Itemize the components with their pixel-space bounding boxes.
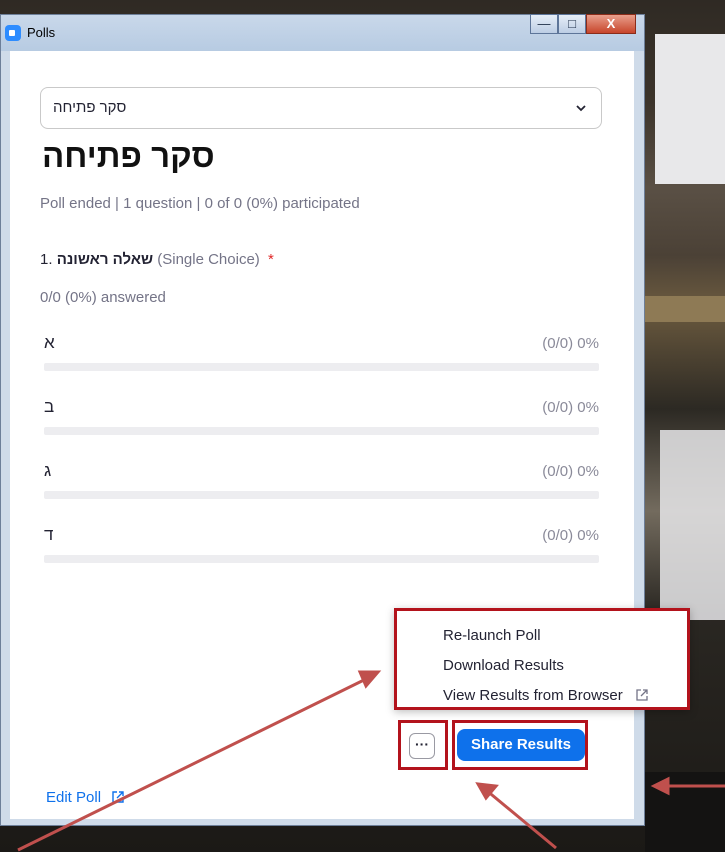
view-results-browser-item[interactable]: View Results from Browser — [443, 687, 649, 704]
poll-title: סקר פתיחה — [42, 137, 215, 174]
window-title: Polls — [27, 25, 56, 40]
option-label: ב — [44, 397, 55, 416]
option-bar — [44, 363, 599, 371]
title-bar: Polls — □ X — [1, 14, 644, 51]
option-bar — [44, 491, 599, 499]
external-link-icon — [636, 689, 648, 701]
relaunch-poll-item[interactable]: Re-launch Poll — [443, 627, 541, 644]
close-button[interactable]: X — [586, 14, 636, 34]
more-options-button[interactable]: ··· — [409, 733, 435, 759]
option-row: ד (0/0) 0% — [44, 525, 599, 565]
option-row: ב (0/0) 0% — [44, 397, 599, 437]
question-type: (Single Choice) — [157, 251, 260, 268]
maximize-button[interactable]: □ — [558, 14, 586, 34]
option-result: (0/0) 0% — [542, 463, 599, 480]
background-binders — [655, 34, 725, 184]
poll-selector-value: סקר פתיחה — [53, 99, 127, 116]
option-row: א (0/0) 0% — [44, 333, 599, 373]
more-button-highlight: ··· — [398, 720, 448, 770]
download-results-item[interactable]: Download Results — [443, 657, 564, 674]
option-bar — [44, 427, 599, 435]
chevron-down-icon — [576, 105, 586, 112]
option-result: (0/0) 0% — [542, 335, 599, 352]
share-button-highlight: Share Results — [452, 720, 588, 770]
option-row: ג (0/0) 0% — [44, 461, 599, 501]
external-link-icon — [112, 791, 124, 803]
more-options-menu: Re-launch Poll Download Results View Res… — [394, 608, 690, 710]
question-number: 1. — [40, 251, 53, 268]
zoom-app-icon — [5, 25, 21, 41]
poll-status-meta: Poll ended | 1 question | 0 of 0 (0%) pa… — [40, 195, 360, 212]
background-box — [660, 430, 725, 620]
poll-selector-dropdown[interactable]: סקר פתיחה — [40, 87, 602, 129]
option-label: ד — [44, 525, 54, 544]
question-heading: 1. שאלה ראשונה (Single Choice) * — [40, 251, 274, 268]
window-controls: — □ X — [530, 14, 636, 34]
option-label: א — [44, 333, 55, 352]
view-results-browser-label: View Results from Browser — [443, 687, 623, 704]
required-mark: * — [267, 251, 274, 268]
option-label: ג — [44, 461, 52, 480]
edit-poll-label: Edit Poll — [46, 789, 102, 806]
share-results-button[interactable]: Share Results — [457, 729, 585, 761]
option-result: (0/0) 0% — [542, 399, 599, 416]
minimize-button[interactable]: — — [530, 14, 558, 34]
background-shelf — [645, 296, 725, 322]
option-bar — [44, 555, 599, 563]
edit-poll-link[interactable]: Edit Poll — [46, 789, 125, 806]
answered-count: 0/0 (0%) answered — [40, 289, 166, 306]
background-dark-area — [645, 772, 725, 852]
question-text: שאלה ראשונה — [56, 251, 154, 268]
option-result: (0/0) 0% — [542, 527, 599, 544]
